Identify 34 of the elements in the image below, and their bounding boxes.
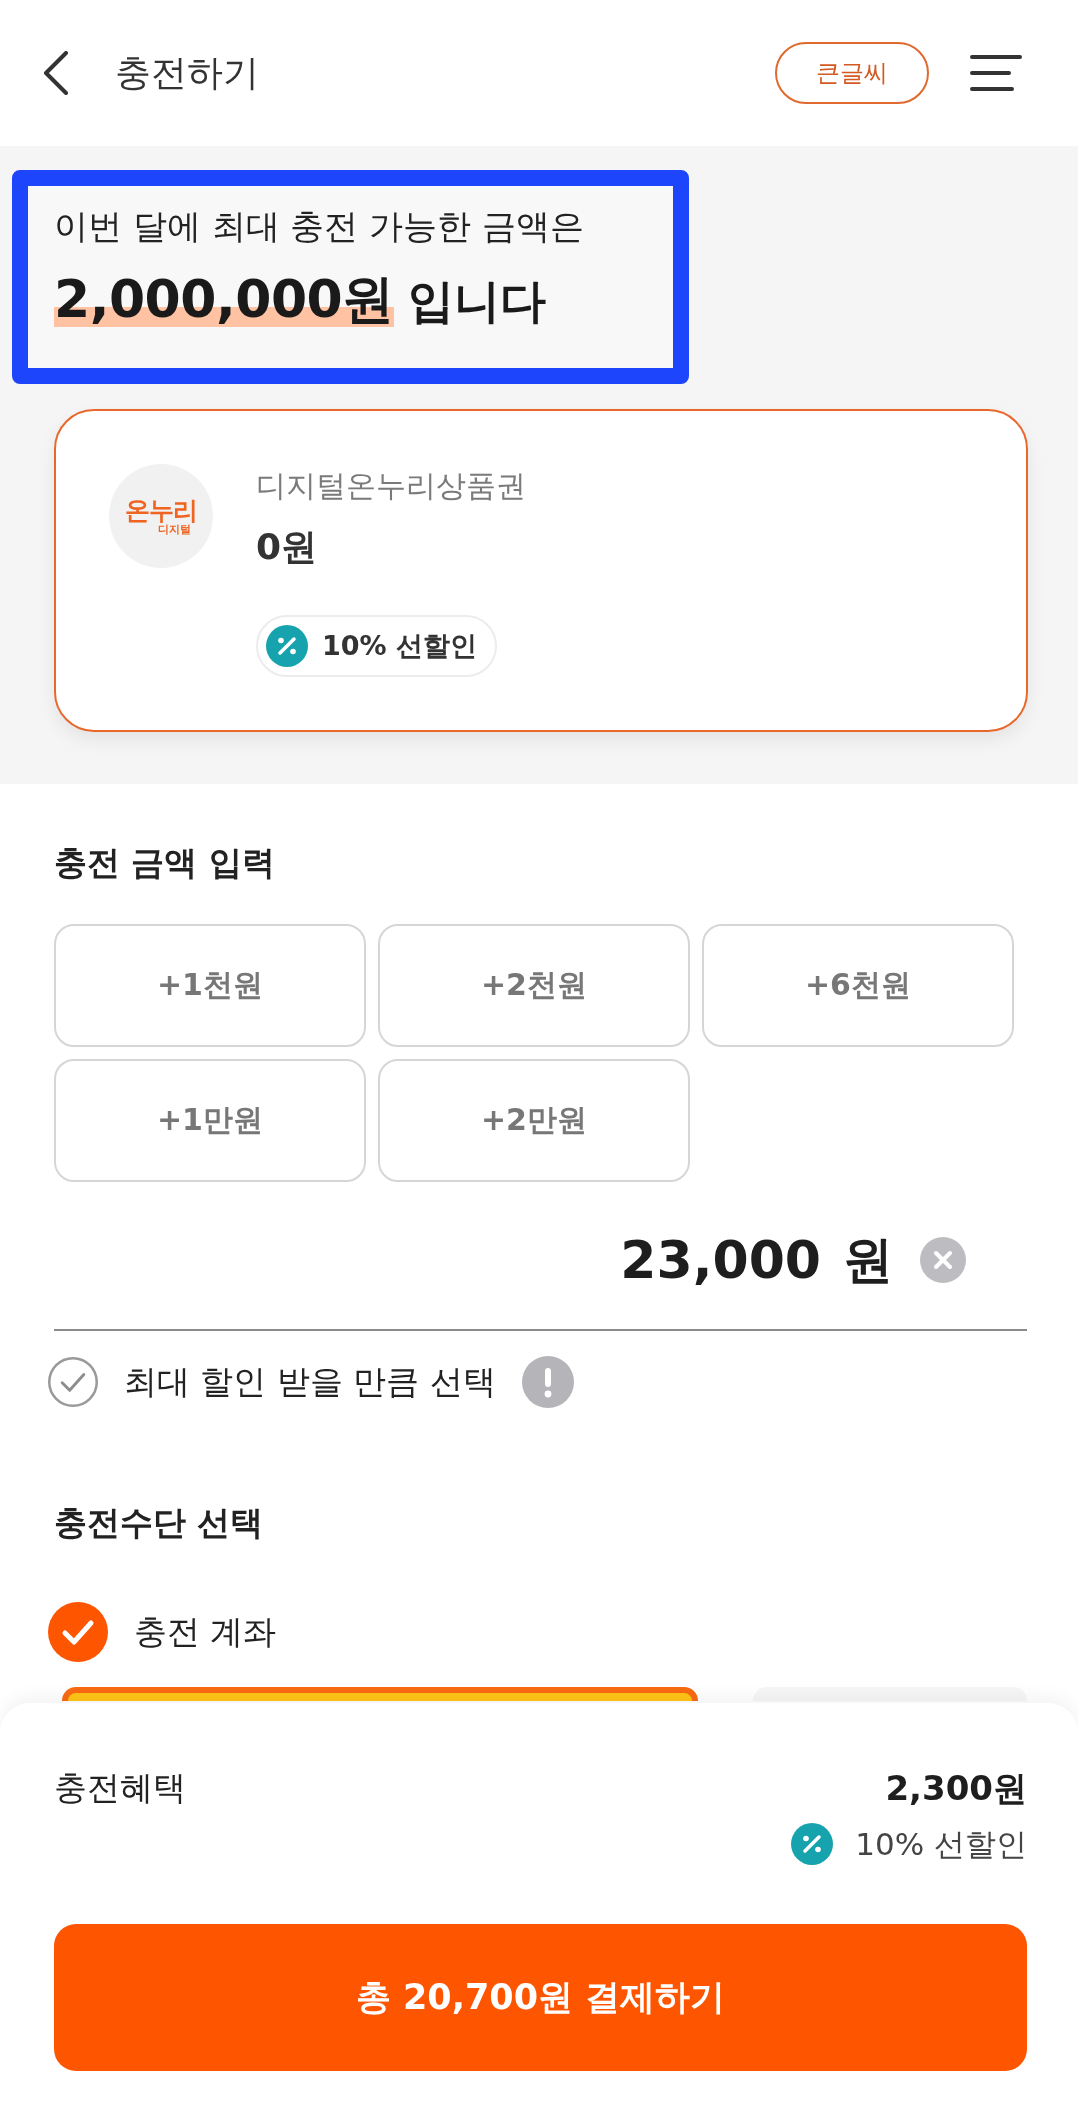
payment-option-label[interactable]: 충전 계좌	[134, 1609, 277, 1655]
amount-value: 23,000	[620, 1229, 821, 1292]
discount-text: 10% 선할인	[322, 629, 478, 663]
check-icon[interactable]	[48, 1357, 98, 1407]
benefit-text: 10% 선할인	[855, 1825, 1027, 1864]
page-title: 충전하기	[115, 50, 260, 95]
limit-text: 이번 달에 최대 충전 가능한 금액은	[54, 205, 586, 248]
amount-chip[interactable]: +1만원	[54, 1059, 366, 1182]
voucher-balance: 0원	[256, 525, 318, 569]
chevron-left-icon[interactable]	[43, 51, 69, 95]
section-title: 충전수단 선택	[54, 1502, 265, 1544]
amount-unit: 원	[843, 1230, 893, 1291]
benefit-amount: 2,300원	[885, 1767, 1027, 1810]
percent-icon	[266, 625, 308, 667]
close-icon[interactable]	[920, 1237, 966, 1283]
brand-logo: 온누리 디지털	[109, 464, 213, 568]
menu-icon[interactable]	[970, 55, 1022, 91]
option-label[interactable]: 최대 할인 받을 만큼 선택	[124, 1359, 496, 1405]
amount-chip[interactable]: +2천원	[378, 924, 690, 1047]
limit-suffix: 입니다	[407, 273, 546, 330]
account-card[interactable]	[62, 1687, 699, 1701]
amount-chip[interactable]: +1천원	[54, 924, 366, 1047]
pay-button[interactable]: 총 20,700원 결제하기	[54, 1924, 1027, 2071]
benefit-label: 충전혜택	[54, 1767, 186, 1809]
check-icon[interactable]	[48, 1602, 108, 1662]
exclamation-icon[interactable]	[521, 1356, 574, 1408]
amount-chip[interactable]: +6천원	[702, 924, 1014, 1047]
section-title: 충전 금액 입력	[54, 842, 276, 884]
percent-icon	[791, 1823, 834, 1865]
amount-chip[interactable]: +2만원	[378, 1059, 690, 1182]
voucher-card[interactable]: 온누리 디지털 디지털온누리상품권 0원 10% 선할인	[54, 409, 1028, 732]
amount-field[interactable]: 23,000 원	[54, 1222, 1027, 1331]
voucher-name: 디지털온누리상품권	[256, 467, 526, 505]
large-text-button[interactable]: 큰글씨	[775, 42, 929, 104]
